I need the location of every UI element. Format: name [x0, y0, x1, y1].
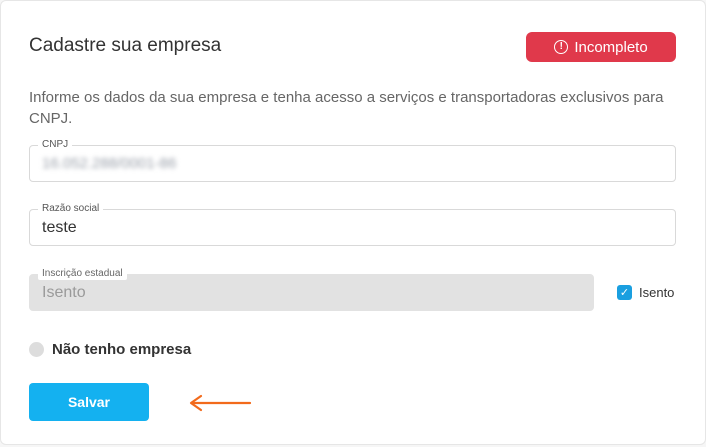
page-title: Cadastre sua empresa	[29, 35, 222, 56]
status-badge-label: Incompleto	[574, 38, 648, 56]
no-company-radio-label[interactable]: Não tenho empresa	[52, 341, 191, 358]
razao-social-field[interactable]: Razão social teste	[29, 203, 676, 246]
alert-circle-icon: !	[554, 40, 569, 54]
left-arrow-icon	[189, 394, 252, 412]
checkmark-icon[interactable]: ✓	[617, 285, 632, 300]
save-button[interactable]: Salvar	[29, 383, 149, 421]
status-badge: ! Incompleto	[526, 32, 676, 62]
radio-circle-icon[interactable]	[29, 342, 44, 357]
razao-social-value: teste	[42, 218, 77, 236]
isento-checkbox-label[interactable]: Isento	[639, 285, 674, 300]
company-registration-card: Cadastre sua empresa ! Incompleto Inform…	[0, 0, 706, 445]
isento-checkbox[interactable]: ✓ Isento	[617, 285, 674, 300]
inscricao-estadual-field: Inscrição estadual Isento	[29, 268, 594, 311]
description-text: Informe os dados da sua empresa e tenha …	[29, 89, 664, 127]
cnpj-value: 16.052.288/0001-86	[42, 155, 177, 172]
cnpj-field[interactable]: CNPJ 16.052.288/0001-86	[29, 139, 676, 182]
inscricao-estadual-value: Isento	[42, 283, 86, 301]
no-company-radio[interactable]: Não tenho empresa	[29, 341, 191, 358]
